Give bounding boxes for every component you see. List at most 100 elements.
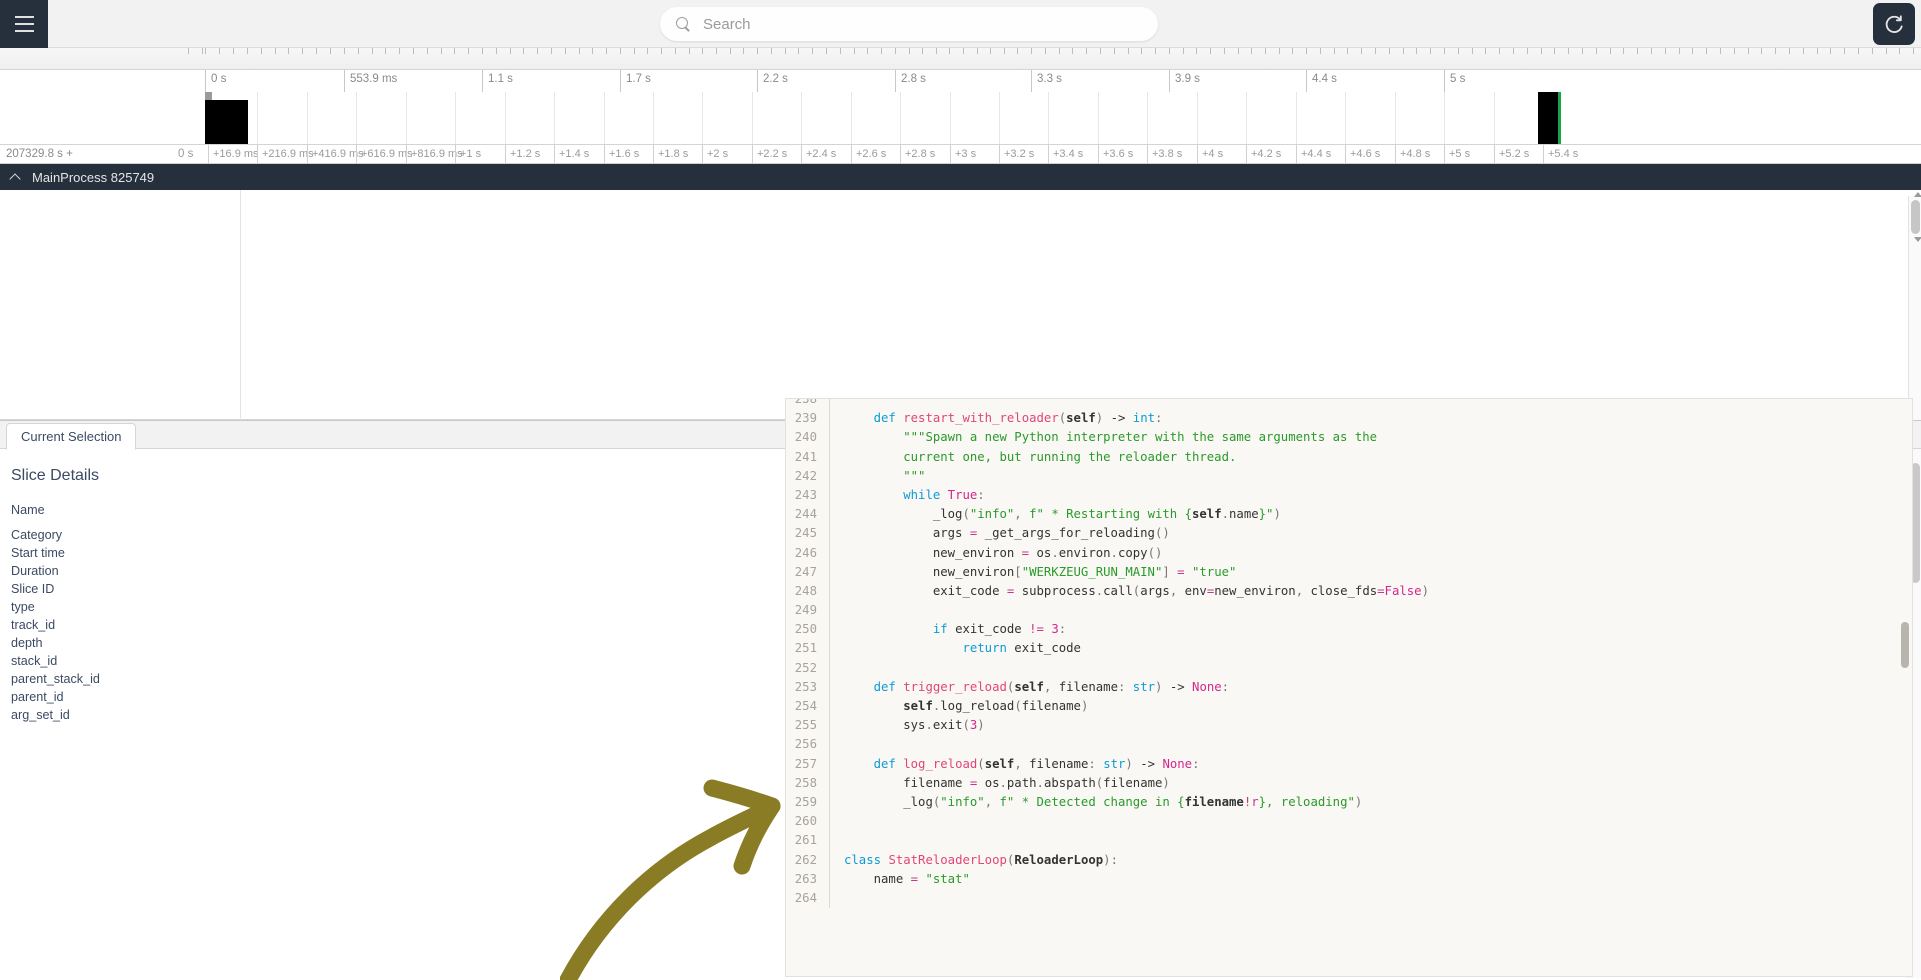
chevron-up-icon[interactable] <box>10 171 22 183</box>
ruler-minor-tick <box>1775 48 1777 54</box>
ruler-minor-tick <box>246 48 248 54</box>
code-line: 243 while True: <box>786 485 1429 506</box>
ruler-minor-tick <box>592 48 594 54</box>
ruler-minor-tick <box>440 48 442 54</box>
ruler-minor-tick <box>1913 48 1915 54</box>
code-token: def <box>873 679 896 694</box>
code-token: log_reload <box>940 699 1015 713</box>
code-token: ) <box>1354 794 1363 809</box>
ruler-minor-tick <box>302 48 304 54</box>
ruler-minor-tick <box>1664 48 1666 54</box>
ruler-minor-tick <box>1706 48 1708 54</box>
ruler-minor-tick <box>1692 48 1694 54</box>
code-token: _log <box>903 794 933 809</box>
tab-current-selection[interactable]: Current Selection <box>6 423 137 450</box>
overview-gridline <box>801 92 802 144</box>
ruler-minor-tick <box>1127 48 1129 54</box>
overview-gridline <box>900 92 901 144</box>
code-token: self <box>1014 679 1044 694</box>
code-token: , <box>1014 507 1030 522</box>
ruler-minor-tick <box>976 48 978 54</box>
code-token: . <box>999 775 1007 790</box>
time-offset-label: +3.2 s <box>999 145 1034 164</box>
code-token: : <box>1110 852 1118 867</box>
ruler-minor-tick <box>1582 48 1583 54</box>
ruler-minor-tick <box>1678 48 1680 54</box>
code-token: filename <box>1184 794 1244 809</box>
time-offset-label: +1 s <box>455 145 481 164</box>
code-line-number: 247 <box>786 562 830 582</box>
time-offset-label: +3 s <box>950 145 976 164</box>
code-line: 251 return exit_code <box>786 639 1429 659</box>
ruler-minor-tick <box>1858 48 1859 54</box>
search-box[interactable] <box>660 7 1158 41</box>
ruler-major-tick-label: 2.8 s <box>895 70 926 92</box>
ruler-minor-tick <box>1223 48 1225 54</box>
ruler-major-tick-label: 4.4 s <box>1306 70 1337 92</box>
code-token: "stat" <box>925 871 970 886</box>
ruler-minor-tick <box>661 48 663 54</box>
code-token: : <box>977 487 985 502</box>
scroll-up-arrow-icon[interactable] <box>1914 192 1921 197</box>
code-scrollbar-thumb[interactable] <box>1901 622 1909 668</box>
ruler-minor-tick <box>426 48 428 54</box>
code-token: : <box>1192 756 1200 771</box>
ruler-minor-tick <box>316 48 318 54</box>
time-offset-label: +2.2 s <box>752 145 787 164</box>
detail-field-label: Duration <box>11 564 59 578</box>
ruler-minor-tick <box>770 48 772 54</box>
process-track-header[interactable]: MainProcess 825749 <box>0 164 1921 190</box>
overview-gridline <box>307 92 308 144</box>
scroll-down-arrow-icon[interactable] <box>1914 237 1921 242</box>
code-token: filename <box>1103 775 1163 790</box>
ruler-minor-tick <box>371 48 373 54</box>
code-token: name <box>1229 507 1259 522</box>
ruler-minor-tick <box>1816 48 1818 54</box>
code-vertical-scrollbar[interactable] <box>1900 400 1911 976</box>
ruler-minor-tick <box>729 48 731 54</box>
code-token: subprocess <box>1021 583 1096 598</box>
ruler-minor-tick <box>201 48 203 54</box>
code-line-number: 246 <box>786 543 830 563</box>
code-token: 3 <box>1051 622 1059 637</box>
code-token: exit <box>932 718 963 733</box>
time-offset-label: +5 s <box>1444 145 1470 164</box>
search-input[interactable] <box>703 15 1133 33</box>
ruler-minor-tick <box>1319 48 1321 54</box>
overview-gridline <box>999 92 1000 144</box>
ruler-minor-tick <box>674 48 676 54</box>
ruler-minor-tick <box>1210 48 1212 54</box>
detail-field-label: track_id <box>11 618 56 632</box>
code-token: = <box>1169 564 1192 579</box>
code-token: str <box>1132 679 1156 694</box>
ruler-minor-tick <box>1499 48 1501 54</box>
source-code-viewer[interactable]: 238 239 def restart_with_reloader(self) -… <box>785 398 1913 977</box>
ruler-minor-tick <box>1292 48 1294 54</box>
ruler-minor-tick <box>1733 48 1735 54</box>
code-token: = <box>999 583 1022 598</box>
ruler-minor-tick <box>1251 48 1253 54</box>
code-token: ReloaderLoop <box>1014 852 1104 867</box>
track-area[interactable] <box>0 190 1921 420</box>
ruler-minor-tick <box>344 48 345 54</box>
ruler-minor-tick <box>330 48 332 54</box>
track-scrollbar-thumb[interactable] <box>1911 192 1921 242</box>
timeline-ruler[interactable]: 0 s 553.9 ms 1.1 s 1.7 s 2.2 s 2.8 s 3.3 s 3.9 … <box>0 48 1921 164</box>
code-token: def <box>873 411 896 426</box>
code-token: "WERKZEUG_RUN_MAIN" <box>1021 564 1163 579</box>
code-token: sys <box>903 718 926 733</box>
ruler-minor-tick <box>1457 48 1459 54</box>
time-offset-label: +4.4 s <box>1296 145 1331 164</box>
overview-mini-map[interactable] <box>0 92 1921 144</box>
code-token: args <box>932 526 963 541</box>
reload-button[interactable] <box>1873 3 1915 45</box>
code-token: -> <box>1162 679 1193 694</box>
ruler-minor-tick <box>1182 48 1184 54</box>
code-line: 249 <box>786 601 1429 621</box>
ruler-minor-tick <box>1789 48 1790 54</box>
ruler-minor-tick <box>399 48 401 54</box>
track-vertical-scrollbar[interactable] <box>1908 192 1921 420</box>
hamburger-menu-button[interactable] <box>0 0 48 48</box>
ruler-minor-tick <box>935 48 937 54</box>
